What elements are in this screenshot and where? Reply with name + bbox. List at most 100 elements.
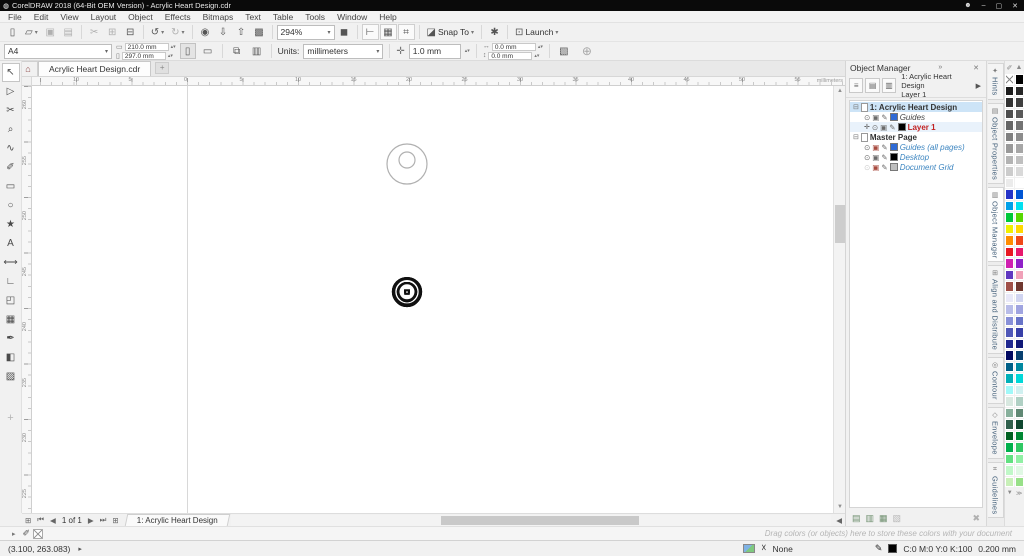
printable-printer-icon[interactable]: ▣ [872, 143, 879, 152]
paste-button[interactable]: ⊟ [122, 24, 139, 40]
om-layer-row[interactable]: ⊙▣✎Guides (all pages) [850, 142, 982, 152]
palette-swatch[interactable] [1015, 281, 1024, 292]
palette-swatch[interactable] [1015, 224, 1024, 235]
palette-swatch[interactable] [1015, 396, 1024, 407]
docker-tab-envelope[interactable]: ◇Envelope [988, 407, 1004, 459]
palette-swatch[interactable] [1005, 120, 1014, 131]
palette-swatch[interactable] [1015, 143, 1024, 154]
palette-swatch[interactable] [1015, 465, 1024, 476]
vertical-ruler[interactable]: 260255250245240235230225 [22, 86, 32, 513]
om-layer-row[interactable]: ✛⊙▣✎Layer 1 [850, 122, 982, 132]
editable-pencil-icon[interactable]: ✎ [881, 143, 887, 152]
scroll-left-arrow[interactable]: ◀ [833, 516, 845, 525]
palette-swatch[interactable] [1005, 350, 1014, 361]
visibility-eye-icon[interactable]: ⊙ [864, 153, 870, 162]
palette-swatch[interactable] [1015, 419, 1024, 430]
new-master-odd-button[interactable]: ▦ [879, 513, 888, 524]
hscroll-thumb[interactable] [441, 516, 639, 525]
duplicate-y-input[interactable]: 0.0 mm [488, 52, 532, 60]
smart-fill-tool[interactable]: ▨ [2, 367, 20, 386]
context-expand-arrow[interactable]: ▶ [976, 82, 983, 90]
palette-swatch[interactable] [1005, 166, 1014, 177]
polygon-tool[interactable]: ★ [2, 215, 20, 234]
palette-swatch[interactable] [1015, 339, 1024, 350]
menu-bitmaps[interactable]: Bitmaps [197, 11, 240, 23]
new-tab-button[interactable]: + [155, 62, 169, 74]
vertical-scrollbar[interactable]: ▲ ▼ [833, 86, 845, 513]
heart-design-object[interactable] [217, 86, 597, 486]
palette-swatch[interactable] [1005, 477, 1014, 488]
menu-view[interactable]: View [54, 11, 84, 23]
duplicate-x-input[interactable]: 0.0 mm [492, 43, 536, 51]
palette-swatch[interactable] [1015, 109, 1024, 120]
new-master-all-button[interactable]: ▥ [866, 513, 875, 524]
menu-tools[interactable]: Tools [299, 11, 331, 23]
docker-flyout-button[interactable]: » [935, 64, 945, 71]
editable-pencil-icon[interactable]: ✎ [881, 163, 887, 172]
visibility-eye-icon[interactable]: ⊙ [872, 123, 878, 132]
palette-swatch[interactable] [1015, 350, 1024, 361]
vscroll-thumb[interactable] [835, 205, 845, 243]
om-layer-row[interactable]: ⊙▣✎Desktop [850, 152, 982, 162]
palette-swatch[interactable] [1005, 419, 1014, 430]
palette-swatch[interactable] [1005, 86, 1014, 97]
new-document-button[interactable]: ▯ [4, 24, 21, 40]
delete-layer-button[interactable]: ✖ [972, 513, 980, 524]
import-button[interactable]: ⇩ [215, 24, 232, 40]
units-combo[interactable]: millimeters▾ [303, 44, 383, 59]
drawing-canvas[interactable] [32, 86, 833, 513]
palette-swatch[interactable] [1015, 97, 1024, 108]
rectangle-tool[interactable]: ▭ [2, 177, 20, 196]
docker-close-button[interactable]: ✕ [970, 64, 982, 72]
show-guidelines-button[interactable]: ⌗ [398, 24, 415, 40]
no-color-swatch[interactable] [33, 529, 43, 539]
palette-swatch[interactable] [1005, 293, 1014, 304]
layer-color-swatch[interactable] [890, 163, 898, 171]
palette-swatch[interactable] [1005, 385, 1014, 396]
palette-swatch[interactable] [1015, 247, 1024, 258]
docker-tab-hints[interactable]: ✦Hints [988, 63, 1004, 100]
horizontal-scrollbar[interactable] [231, 515, 832, 526]
export-button[interactable]: ⇧ [233, 24, 250, 40]
color-eyedropper-tool[interactable]: ✒ [2, 329, 20, 348]
docker-tab-contour[interactable]: ◎Contour [988, 357, 1004, 404]
palette-swatch[interactable] [1015, 431, 1024, 442]
palette-swatch[interactable] [1015, 155, 1024, 166]
layer-color-swatch[interactable] [890, 153, 898, 161]
palette-swatch[interactable] [1015, 74, 1024, 85]
palette-swatch[interactable] [1005, 327, 1014, 338]
crop-tool[interactable]: ✂ [2, 101, 20, 120]
snap-to-dropdown[interactable]: ◪Snap To▾ [424, 24, 478, 40]
duplicate-y-spinner[interactable]: ▴▾ [534, 54, 539, 58]
palette-swatch[interactable] [1005, 396, 1014, 407]
duplicate-x-spinner[interactable]: ▴▾ [538, 45, 543, 49]
editable-pencil-icon[interactable]: ✎ [881, 153, 887, 162]
palette-swatch[interactable] [1015, 258, 1024, 269]
prev-page-button[interactable]: ◀ [47, 516, 59, 525]
nudge-distance-input[interactable]: 1.0 mm [409, 44, 461, 59]
full-screen-preview-button[interactable]: ◼ [336, 24, 353, 40]
interactive-fill-tool[interactable]: ◧ [2, 348, 20, 367]
om-layer-row[interactable]: ⊙▣✎Document Grid [850, 162, 982, 172]
menu-effects[interactable]: Effects [159, 11, 197, 23]
landscape-button[interactable]: ▭ [200, 43, 216, 59]
palette-swatch[interactable] [1005, 235, 1014, 246]
save-button[interactable]: ▣ [42, 24, 59, 40]
palette-eyedropper-icon[interactable]: ✐ [20, 528, 34, 539]
layer-color-swatch[interactable] [890, 113, 898, 121]
palette-no-color-swatch[interactable] [1005, 74, 1014, 85]
palette-swatch[interactable] [1005, 362, 1014, 373]
restore-button[interactable]: ▢ [996, 2, 1003, 10]
page-width-input[interactable]: 210.0 mm [125, 43, 169, 51]
page-curl-icon[interactable]: ⊞ [22, 516, 34, 525]
palette-swatch[interactable] [1015, 454, 1024, 465]
palette-swatch[interactable] [1005, 97, 1014, 108]
artistic-media-tool[interactable]: ✐ [2, 158, 20, 177]
palette-swatch[interactable] [1015, 293, 1024, 304]
horizontal-ruler[interactable]: millimeters 105051015202530354045505560 [32, 77, 845, 86]
palette-swatch[interactable] [1015, 270, 1024, 281]
palette-swatch[interactable] [1015, 132, 1024, 143]
menu-table[interactable]: Table [267, 11, 299, 23]
zoom-level-combo[interactable]: 294%▾ [277, 25, 335, 40]
om-layer-row[interactable]: ⊙▣✎Guides [850, 112, 982, 122]
